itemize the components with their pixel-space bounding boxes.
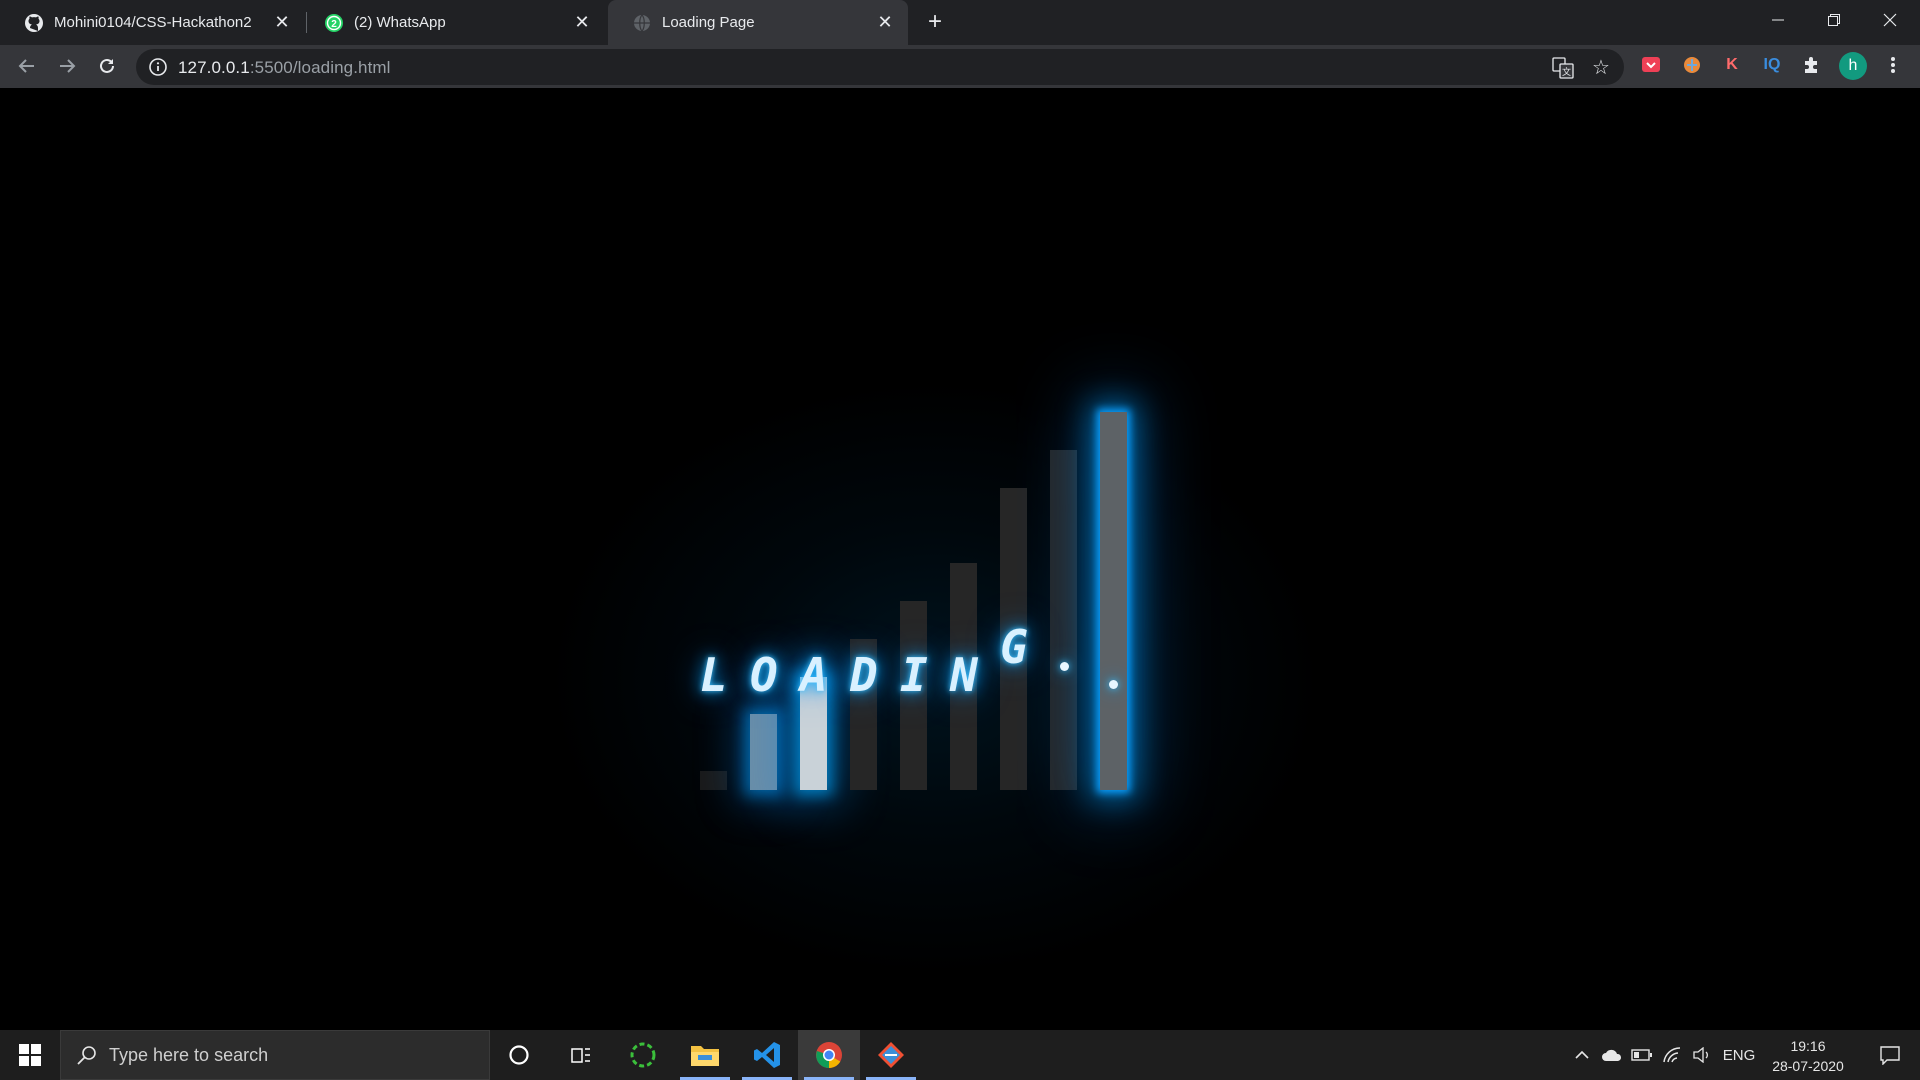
file-explorer-icon[interactable] <box>674 1030 736 1080</box>
windows-logo-icon <box>19 1044 41 1066</box>
system-clock[interactable]: 19:16 28-07-2020 <box>1760 1036 1856 1076</box>
menu-kebab-icon[interactable] <box>1880 52 1906 78</box>
minimize-button[interactable] <box>1750 0 1806 40</box>
address-bar[interactable]: 127.0.0.1:5500/loading.html 文 ☆ <box>136 49 1624 85</box>
onedrive-cloud-icon[interactable] <box>1598 1030 1626 1080</box>
loading-letter: O <box>750 648 778 702</box>
back-icon[interactable] <box>10 49 44 83</box>
whatsapp-icon: 2 <box>324 13 344 33</box>
loading-letter: N <box>950 648 978 702</box>
url-text: 127.0.0.1:5500/loading.html <box>178 58 391 78</box>
loading-dot <box>1109 680 1118 689</box>
tab-title: Loading Page <box>662 14 755 31</box>
action-center-icon[interactable] <box>1866 1030 1914 1080</box>
clock-date: 28-07-2020 <box>1772 1058 1844 1074</box>
task-view-icon[interactable] <box>550 1030 612 1080</box>
git-gui-icon[interactable] <box>860 1030 922 1080</box>
wifi-icon[interactable] <box>1658 1030 1686 1080</box>
loading-letter: L <box>700 648 728 702</box>
translate-icon[interactable]: 文 <box>1552 57 1574 79</box>
loading-letter: D <box>850 648 878 702</box>
windows-taskbar: Type here to search ENG 19:16 28-07-2020 <box>0 1030 1920 1080</box>
github-icon <box>24 13 44 33</box>
page-viewport: LOADING <box>0 88 1920 1030</box>
tab-whatsapp[interactable]: 2 (2) WhatsApp ✕ <box>300 0 605 45</box>
url-host: 127.0.0.1 <box>178 58 250 77</box>
tab-github[interactable]: Mohini0104/CSS-Hackathon2 ✕ <box>0 0 305 45</box>
tab-title: Mohini0104/CSS-Hackathon2 <box>54 14 252 31</box>
globe-icon <box>632 13 652 33</box>
volume-icon[interactable] <box>1688 1030 1716 1080</box>
url-path: :5500/loading.html <box>249 58 391 77</box>
restore-button[interactable] <box>1806 0 1862 40</box>
close-tab-icon[interactable]: ✕ <box>569 10 595 36</box>
close-tab-icon[interactable]: ✕ <box>872 10 898 36</box>
clock-time: 19:16 <box>1790 1038 1826 1054</box>
loading-text: LOADING <box>0 88 1920 1030</box>
site-info-icon[interactable] <box>148 57 168 77</box>
close-window-button[interactable] <box>1862 0 1918 40</box>
loading-dot <box>1060 662 1069 671</box>
tab-loading-page[interactable]: Loading Page ✕ <box>608 0 908 45</box>
language-indicator[interactable]: ENG <box>1718 1030 1760 1080</box>
search-placeholder: Type here to search <box>109 1044 269 1065</box>
vscode-icon[interactable] <box>736 1030 798 1080</box>
pocket-extension-icon[interactable] <box>1638 52 1664 78</box>
loading-letter: A <box>800 648 828 702</box>
puzzle-extensions-icon[interactable] <box>1799 52 1825 78</box>
tab-strip: Mohini0104/CSS-Hackathon2 ✕ 2 (2) WhatsA… <box>0 0 1920 45</box>
tab-title: (2) WhatsApp <box>354 14 446 31</box>
search-icon <box>75 1043 99 1067</box>
browser-toolbar: 127.0.0.1:5500/loading.html 文 ☆ K IQ h <box>0 45 1920 88</box>
cortana-icon[interactable] <box>488 1030 550 1080</box>
loading-spinner-app-icon[interactable] <box>612 1030 674 1080</box>
close-tab-icon[interactable]: ✕ <box>269 10 295 36</box>
brain-extension-icon[interactable] <box>1679 52 1705 78</box>
start-button[interactable] <box>0 1030 60 1080</box>
profile-avatar[interactable]: h <box>1839 52 1867 80</box>
chrome-icon[interactable] <box>798 1030 860 1080</box>
loading-letter: G <box>1000 620 1028 674</box>
battery-icon[interactable] <box>1628 1030 1656 1080</box>
show-hidden-icons-chevron-icon[interactable] <box>1568 1030 1596 1080</box>
whatsapp-badge: 2 <box>331 19 337 30</box>
k-extension-icon[interactable]: K <box>1719 52 1745 78</box>
svg-text:文: 文 <box>1562 66 1571 78</box>
new-tab-button[interactable]: + <box>921 8 949 36</box>
bookmark-star-icon[interactable]: ☆ <box>1592 55 1610 80</box>
loading-letter: I <box>900 648 928 702</box>
forward-icon[interactable] <box>50 49 84 83</box>
reload-icon[interactable] <box>90 49 124 83</box>
taskbar-search-box[interactable]: Type here to search <box>60 1030 490 1080</box>
iq-extension-icon[interactable]: IQ <box>1759 52 1785 78</box>
